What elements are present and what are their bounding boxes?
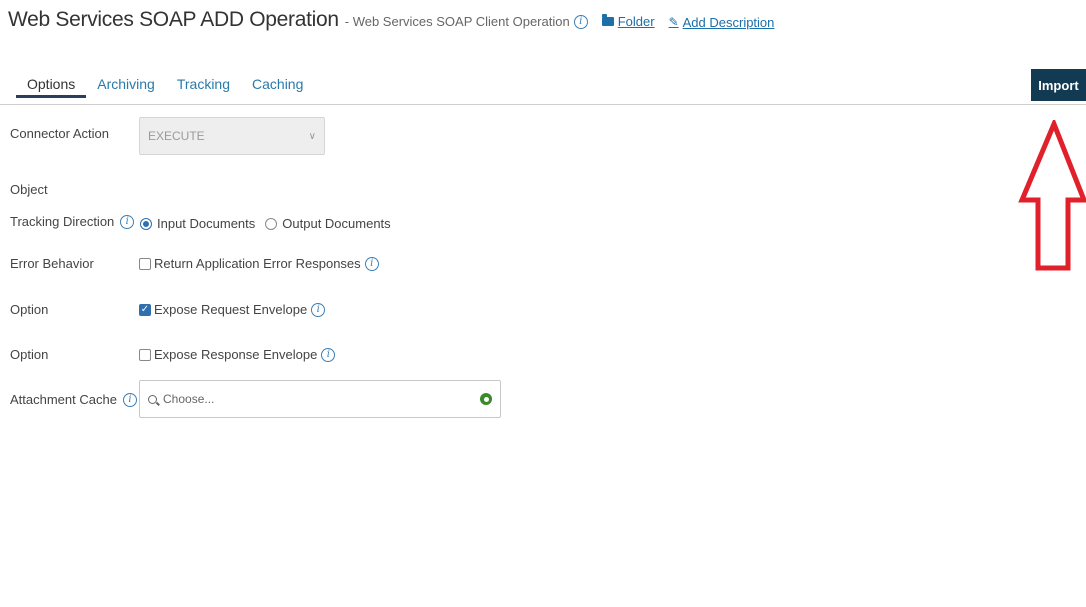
chevron-down-icon: ∨: [308, 130, 316, 142]
pencil-icon: ✎: [668, 15, 679, 29]
option-request-control: ✓ Expose Request Envelope i: [139, 302, 326, 317]
connector-action-value: EXECUTE: [148, 129, 205, 143]
subtitle-text: - Web Services SOAP Client Operation: [344, 14, 570, 29]
connector-action-label: Connector Action: [10, 126, 110, 141]
radio-output-documents-label: Output Documents: [282, 216, 391, 231]
option-request-row: Option: [10, 302, 48, 317]
option-response-label: Option: [10, 347, 49, 362]
up-arrow-annotation: [1018, 120, 1086, 271]
page-header: Web Services SOAP ADD Operation - Web Se…: [8, 8, 774, 36]
info-icon[interactable]: i: [311, 302, 326, 317]
info-icon[interactable]: i: [364, 256, 379, 271]
radio-input-documents[interactable]: [140, 217, 152, 230]
option-response-control: Expose Response Envelope i: [139, 347, 336, 362]
object-label: Object: [10, 182, 48, 197]
connector-action-row: Connector Action: [10, 126, 109, 141]
attachment-cache-label-wrap: Attachment Cache i: [10, 392, 137, 407]
folder-icon: [601, 14, 614, 26]
error-behavior-label: Error Behavior: [10, 256, 94, 271]
attachment-cache-search: [139, 380, 501, 418]
return-error-responses-checkbox[interactable]: [139, 257, 151, 270]
expose-request-envelope-checkbox[interactable]: ✓: [139, 303, 151, 316]
object-row: Object: [10, 182, 48, 197]
info-icon[interactable]: i: [120, 214, 135, 229]
page-title: Web Services SOAP ADD Operation: [8, 8, 339, 31]
page-subtitle: - Web Services SOAP Client Operation i: [345, 14, 588, 29]
folder-link[interactable]: Folder: [601, 14, 655, 29]
tab-tracking[interactable]: Tracking: [166, 70, 241, 98]
add-description-link[interactable]: ✎ Add Description: [669, 15, 775, 30]
option-request-label: Option: [10, 302, 49, 317]
attachment-cache-input[interactable]: [161, 391, 480, 407]
tracking-direction-row: Tracking Direction i: [10, 214, 135, 229]
radio-output-documents[interactable]: [265, 217, 278, 230]
info-icon[interactable]: i: [573, 14, 588, 29]
error-behavior-row: Error Behavior: [10, 256, 94, 271]
expose-response-envelope-label: Expose Response Envelope: [154, 347, 318, 362]
add-description-label: Add Description: [682, 14, 775, 30]
search-icon: [148, 394, 157, 404]
tracking-direction-label: Tracking Direction: [10, 214, 115, 229]
info-icon[interactable]: i: [122, 392, 137, 407]
attachment-cache-row: Attachment Cache i: [10, 392, 137, 407]
info-icon[interactable]: i: [321, 347, 336, 362]
up-arrow-shape: [1018, 120, 1086, 271]
error-behavior-control: Return Application Error Responses i: [139, 256, 379, 271]
tab-caching[interactable]: Caching: [241, 70, 314, 98]
tab-options[interactable]: Options: [16, 70, 87, 98]
return-error-responses-label: Return Application Error Responses: [154, 256, 361, 271]
connector-action-control: EXECUTE ∨: [139, 117, 325, 155]
tab-divider: [0, 104, 1086, 105]
import-button[interactable]: Import: [1031, 69, 1086, 101]
add-icon[interactable]: [480, 393, 492, 405]
expose-response-envelope-checkbox[interactable]: [139, 348, 151, 361]
tracking-direction-options: Input Documents Output Documents: [140, 216, 391, 231]
expose-request-envelope-label: Expose Request Envelope: [154, 302, 308, 317]
radio-input-documents-label: Input Documents: [157, 216, 256, 231]
attachment-cache-label: Attachment Cache: [10, 392, 117, 407]
tracking-direction-label-wrap: Tracking Direction i: [10, 214, 135, 229]
tab-bar: Options Archiving Tracking Caching: [16, 70, 314, 104]
folder-link-label: Folder: [617, 14, 655, 29]
option-response-row: Option: [10, 347, 48, 362]
attachment-cache-control: [139, 380, 501, 418]
connector-action-select[interactable]: EXECUTE ∨: [139, 117, 325, 155]
tab-archiving[interactable]: Archiving: [86, 70, 166, 98]
